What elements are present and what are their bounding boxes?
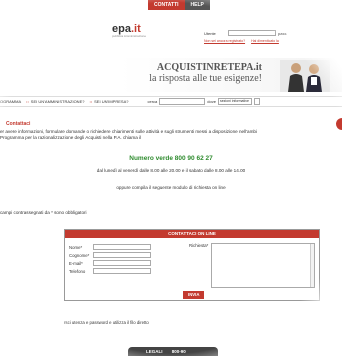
footer-legali[interactable]: LEGALI xyxy=(146,349,163,354)
menu-programma[interactable]: OGRAMMA xyxy=(0,99,21,104)
dove-label: dove xyxy=(207,99,216,104)
user-input[interactable] xyxy=(228,30,276,36)
menu-programma-label: OGRAMMA xyxy=(0,99,22,104)
richiesta-group: Richiesta* xyxy=(189,243,315,288)
email-input[interactable] xyxy=(93,260,151,266)
email-label: E-mail* xyxy=(69,260,83,266)
submit-button[interactable]: INVIA xyxy=(183,291,205,299)
nome-input[interactable] xyxy=(93,244,151,250)
contact-form: CONTATTACI ON LINE Nome* Cognome* E-mail… xyxy=(64,229,320,301)
banner-title: ACQUISTINRETEPA.it la risposta alle tue … xyxy=(149,62,262,84)
cognome-input[interactable] xyxy=(93,252,151,258)
telefono-label: Telefono xyxy=(69,268,86,274)
banner-line2: la risposta alle tue esigenze! xyxy=(149,73,262,84)
footer-phone: 800-90 xyxy=(171,349,186,354)
user-label: Utente xyxy=(204,30,216,36)
menu-impresa[interactable]: :: SEI UN'IMPRESA? xyxy=(89,99,128,104)
site-logo[interactable]: epa.it pubblica Amministrazione xyxy=(112,23,146,38)
menu-impresa-label: SEI UN'IMPRESA? xyxy=(94,99,129,104)
banner-line1: ACQUISTINRETEPA.it xyxy=(156,62,262,73)
section-select[interactable]: sezioni informative xyxy=(217,98,252,105)
required-fields-note: campi contrassegnati da * sono obbligato… xyxy=(0,210,87,215)
form-intro: oppure compila il seguente modulo di ric… xyxy=(116,185,226,190)
search-input[interactable] xyxy=(159,98,206,105)
cognome-label: Cognome* xyxy=(69,252,90,258)
richiesta-label: Richiesta* xyxy=(189,243,209,248)
intro-line2: Programma per la razionalizzazione degli… xyxy=(0,135,142,140)
footer-bar: LEGALI 800-90 xyxy=(128,347,218,356)
forgot-password-link[interactable]: Hai dimenticato la xyxy=(251,39,279,43)
intro-text: er avere informazioni, formulare domande… xyxy=(0,129,342,141)
textarea-scrollbar[interactable] xyxy=(310,244,314,287)
telefono-input[interactable] xyxy=(93,268,151,274)
menu-bullet-icon: :: xyxy=(89,99,93,104)
hero-banner: ACQUISTINRETEPA.it la risposta alle tue … xyxy=(0,58,342,92)
nome-label: Nome* xyxy=(69,244,83,250)
menu-amministrazione-label: SEI UN'AMMINISTRAZIONE? xyxy=(30,99,85,104)
people-illustration xyxy=(280,60,330,92)
login-box: Utente pass Non sei ancora registrato? H… xyxy=(204,29,342,43)
logo-subtitle: pubblica Amministrazione xyxy=(112,34,147,38)
opening-hours: dal lunedì al venerdì dalle 8.00 alle 20… xyxy=(96,168,246,173)
main-menu: OGRAMMA :: SEI UN'AMMINISTRAZIONE? :: SEI … xyxy=(0,96,342,107)
search-label: cerca xyxy=(147,99,158,104)
tab-help[interactable]: HELP xyxy=(184,0,210,10)
footnote-text: rsci utenza e password e utilizza il fil… xyxy=(64,320,149,325)
richiesta-textarea[interactable] xyxy=(211,243,315,288)
toll-free-number: Numero verde 800 90 62 27 xyxy=(129,155,213,162)
register-link[interactable]: Non sei ancora registrato? xyxy=(204,39,245,43)
page-title: Contattaci xyxy=(6,121,31,127)
search-go-button[interactable] xyxy=(253,98,260,105)
pass-label: pass xyxy=(278,30,287,36)
lens-vignette xyxy=(0,0,342,356)
menu-bullet-icon: :: xyxy=(26,99,29,104)
menu-amministrazione[interactable]: :: SEI UN'AMMINISTRAZIONE? xyxy=(26,99,84,104)
top-navigation: CONTATTI HELP xyxy=(148,0,210,10)
form-header: CONTATTACI ON LINE xyxy=(65,230,319,238)
form-fields: Nome* Cognome* E-mail* Telefono xyxy=(69,243,151,275)
tab-contatti[interactable]: CONTATTI xyxy=(148,0,185,10)
